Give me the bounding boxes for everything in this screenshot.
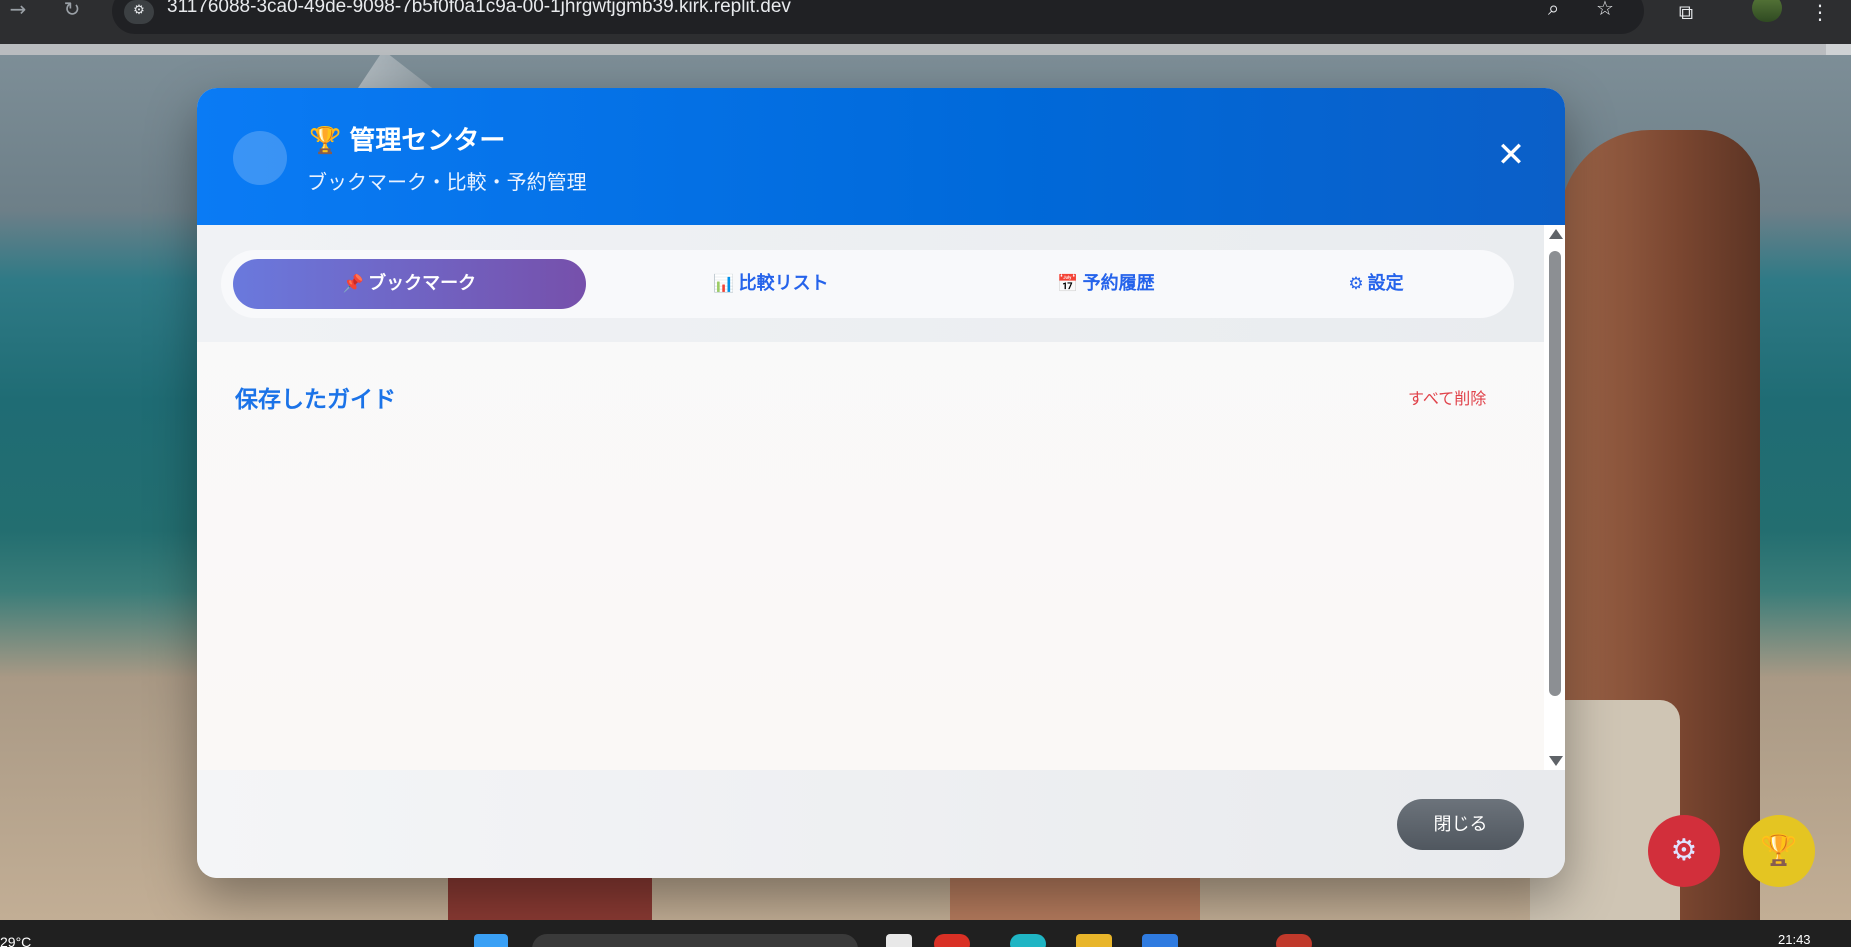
tab-compare-list[interactable]: 📊 比較リスト xyxy=(621,259,921,309)
folder-taskbar-icon[interactable] xyxy=(1076,934,1112,947)
close-button[interactable]: 閉じる xyxy=(1397,799,1524,850)
delete-all-link[interactable]: すべて削除 xyxy=(1408,385,1486,409)
weather-widget[interactable]: 29°C xyxy=(0,934,31,947)
modal-footer: 閉じる xyxy=(197,770,1565,878)
settings-fab-button[interactable]: ⚙ xyxy=(1648,815,1720,887)
modal-body: 📌 ブックマーク 📊 比較リスト 📅 予約履歴 ⚙ 設定 保存したガイド すべて削除 xyxy=(197,225,1544,770)
chrome-taskbar-icon[interactable] xyxy=(934,934,970,947)
gear-icon: ⚙ xyxy=(1348,274,1364,294)
calendar-icon: 📅 xyxy=(1057,274,1079,294)
modal-subtitle: ブックマーク・比較・予約管理 xyxy=(307,170,587,194)
modal-title-text: 管理センター xyxy=(349,126,506,156)
star-icon[interactable]: ☆ xyxy=(1596,0,1614,18)
tab-bar: 📌 ブックマーク 📊 比較リスト 📅 予約履歴 ⚙ 設定 xyxy=(221,250,1514,318)
taskbar-search-input[interactable] xyxy=(532,934,858,947)
header-avatar xyxy=(233,131,287,185)
edge-taskbar-icon[interactable] xyxy=(1010,934,1046,947)
tab-bar-container: 📌 ブックマーク 📊 比較リスト 📅 予約履歴 ⚙ 設定 xyxy=(197,225,1544,342)
scroll-down-arrow-icon[interactable] xyxy=(1549,756,1563,766)
scroll-thumb[interactable] xyxy=(1549,251,1561,696)
modal-header: 🏆 管理センター ブックマーク・比較・予約管理 ✕ xyxy=(197,88,1565,225)
pin-icon: 📌 xyxy=(342,274,365,294)
reload-icon[interactable]: ↻ xyxy=(56,0,88,22)
tab-label: ブックマーク xyxy=(368,273,477,294)
trophy-icon: 🏆 xyxy=(309,126,342,156)
site-info-icon[interactable]: ⚙ xyxy=(124,0,154,24)
address-bar[interactable]: ⚙ 31176088-3ca0-49de-9098-7b5f0f0a1c9a-0… xyxy=(112,0,1644,34)
management-center-modal: 🏆 管理センター ブックマーク・比較・予約管理 ✕ 📌 ブックマーク 📊 比較リスト … xyxy=(197,88,1565,878)
modal-title: 🏆 管理センター xyxy=(309,120,505,157)
extensions-icon[interactable]: ⧉ xyxy=(1672,0,1700,24)
tab-settings[interactable]: ⚙ 設定 xyxy=(1281,259,1471,309)
browser-menu-icon[interactable]: ⋮ xyxy=(1806,0,1834,24)
tab-reservation-history[interactable]: 📅 予約履歴 xyxy=(956,259,1256,309)
close-icon[interactable]: ✕ xyxy=(1494,138,1528,173)
zoom-icon[interactable]: ⌕ xyxy=(1548,0,1559,18)
modal-scrollbar[interactable] xyxy=(1544,225,1565,770)
forward-icon[interactable]: → xyxy=(2,0,34,22)
os-taskbar: 29°C 21:43 xyxy=(0,920,1851,947)
tab-bookmarks[interactable]: 📌 ブックマーク xyxy=(233,259,586,309)
scroll-up-arrow-icon[interactable] xyxy=(1549,229,1563,239)
browser-toolbar: → ↻ ⚙ 31176088-3ca0-49de-9098-7b5f0f0a1c… xyxy=(0,0,1851,44)
page-load-bar xyxy=(0,44,1851,55)
profile-avatar[interactable] xyxy=(1752,0,1782,22)
tab-label: 比較リスト xyxy=(738,273,829,294)
taskbar-clock[interactable]: 21:43 xyxy=(1778,932,1811,947)
trophy-fab-button[interactable]: 🏆 xyxy=(1743,815,1815,887)
outlook-taskbar-icon[interactable] xyxy=(1142,934,1178,947)
url-text[interactable]: 31176088-3ca0-49de-9098-7b5f0f0a1c9a-00-… xyxy=(167,0,791,18)
tab-label: 予約履歴 xyxy=(1082,273,1155,294)
section-title: 保存したガイド xyxy=(235,387,396,413)
taskbar-app-icon[interactable] xyxy=(886,934,912,947)
tab-label: 設定 xyxy=(1367,273,1404,294)
page-load-fill xyxy=(0,44,1826,55)
app-taskbar-icon[interactable] xyxy=(1276,934,1312,947)
start-menu-icon[interactable] xyxy=(474,934,508,947)
bar-chart-icon: 📊 xyxy=(713,274,735,294)
